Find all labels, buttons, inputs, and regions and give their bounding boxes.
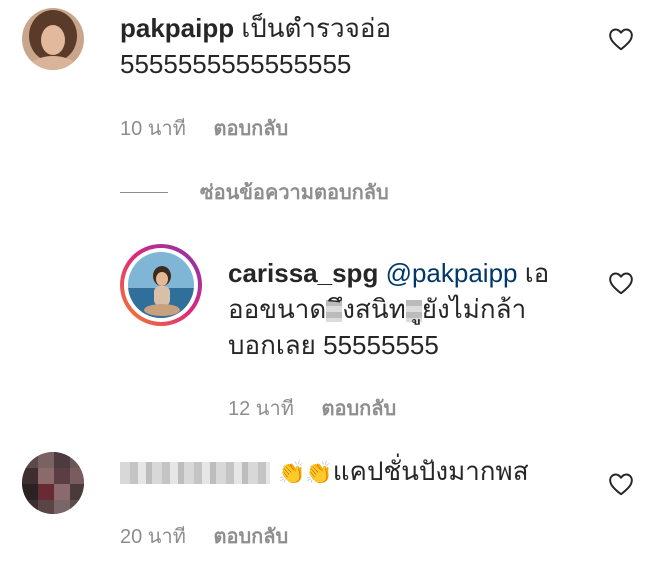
comment-username[interactable]: carissa_spg <box>228 258 378 288</box>
comments-panel: pakpaipp เป็นตำรวจอ่อ 5555555555555555 1… <box>0 0 650 583</box>
comment-meta: 20 นาที ตอบกลับ <box>120 520 288 552</box>
comment-body: บอกเลย 55555555 <box>228 330 439 360</box>
comment-body: เป็นตำรวจอ่อ <box>241 13 392 43</box>
comment-body: ออขนาด <box>228 294 327 324</box>
comment-time: 20 นาที <box>120 526 186 548</box>
comment-text: carissa_spg @pakpaipp เอ ออขนาดึงสนิทูยั… <box>228 255 608 363</box>
comment-time: 12 นาที <box>228 398 294 420</box>
avatar[interactable] <box>22 8 84 70</box>
comment-body: เอ <box>524 258 550 288</box>
avatar-pixelated[interactable] <box>22 452 84 514</box>
comment-time: 10 นาที <box>120 118 186 140</box>
mention-link[interactable]: @pakpaipp <box>386 258 518 288</box>
heart-icon[interactable] <box>608 271 634 295</box>
blurred-username[interactable] <box>120 462 270 485</box>
heart-icon[interactable] <box>608 27 634 51</box>
reply-button[interactable]: ตอบกลับ <box>213 118 288 140</box>
avatar-story-ring[interactable] <box>120 244 202 326</box>
comment-text: pakpaipp เป็นตำรวจอ่อ 5555555555555555 <box>120 10 560 82</box>
hide-replies-label: ซ่อนข้อความตอบกลับ <box>200 182 389 204</box>
comment-body: ึงสนิท <box>342 294 406 324</box>
reply-button[interactable]: ตอบกลับ <box>321 398 396 420</box>
comment-body: 5555555555555555 <box>120 49 352 79</box>
clap-emoji: 👏👏 <box>278 461 333 486</box>
hide-replies-button[interactable]: ซ่อนข้อความตอบกลับ <box>120 176 389 208</box>
comment-body: ูยังไม่กล้า <box>421 294 527 324</box>
censored-block <box>326 300 343 323</box>
comment-username[interactable]: pakpaipp <box>120 13 234 43</box>
comment-text: 👏👏แคปชั่นปังมากพส <box>120 453 590 492</box>
avatar <box>128 252 194 318</box>
heart-icon[interactable] <box>608 472 634 496</box>
divider-line <box>120 191 168 193</box>
comment-meta: 10 นาที ตอบกลับ <box>120 112 288 144</box>
censored-block <box>405 300 422 323</box>
reply-button[interactable]: ตอบกลับ <box>213 526 288 548</box>
comment-body: แคปชั่นปังมากพส <box>332 456 529 486</box>
comment-meta: 12 นาที ตอบกลับ <box>228 392 396 424</box>
